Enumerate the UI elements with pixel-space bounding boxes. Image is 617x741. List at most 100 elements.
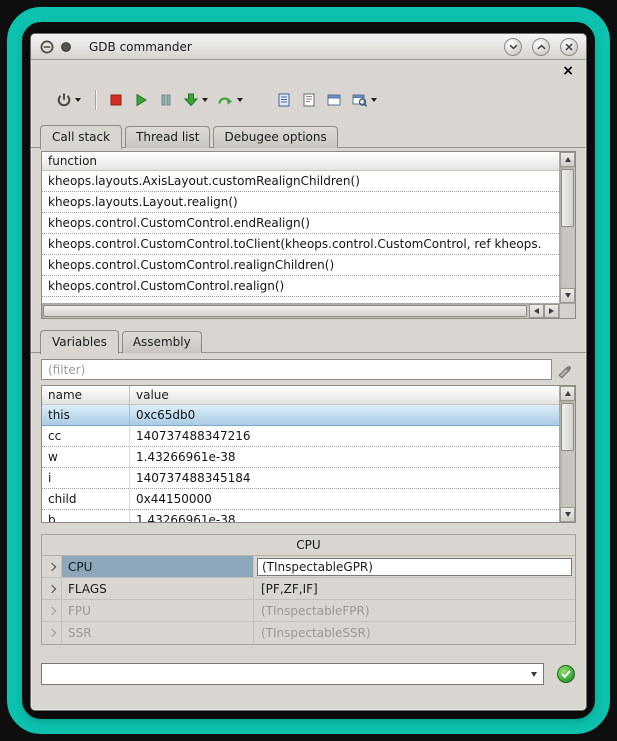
view-listing-icon xyxy=(301,92,317,108)
call-stack-row-1[interactable]: kheops.layouts.Layout.realign() xyxy=(42,192,559,213)
step-into-button[interactable] xyxy=(180,90,211,110)
variables-header: name value xyxy=(42,386,559,405)
step-over-button[interactable] xyxy=(214,90,246,110)
cpu-panel-title: CPU xyxy=(42,535,575,555)
app-icon[interactable] xyxy=(39,39,55,55)
clear-filter-icon xyxy=(556,362,572,378)
step-over-icon xyxy=(217,92,234,108)
filter-input[interactable] xyxy=(41,359,552,380)
scroll-thumb[interactable] xyxy=(561,403,574,451)
expand-chevron-icon[interactable] xyxy=(42,600,62,621)
scroll-right-button[interactable] xyxy=(544,304,559,318)
call-stack-row-4[interactable]: kheops.control.CustomControl.realignChil… xyxy=(42,255,559,276)
execute-command-button[interactable] xyxy=(555,664,576,685)
variables-body: name value this 0xc65db0 cc 140737488347… xyxy=(42,386,559,522)
check-icon xyxy=(557,665,575,683)
variable-row-i[interactable]: i 140737488345184 xyxy=(42,468,559,489)
chevron-down-icon xyxy=(531,672,537,677)
stop-icon xyxy=(108,92,124,108)
run-button[interactable] xyxy=(130,90,152,110)
close-button[interactable] xyxy=(560,38,578,56)
view-memory-icon xyxy=(326,92,342,108)
scroll-down-button[interactable] xyxy=(560,507,575,522)
expand-chevron-icon[interactable] xyxy=(42,556,62,577)
view-log-button[interactable] xyxy=(273,90,295,110)
stack-tabbar: Call stack Thread list Debugee options xyxy=(31,124,586,148)
variable-row-child[interactable]: child 0x44150000 xyxy=(42,489,559,510)
cpu-grid: CPU (TInspectableGPR) FLAGS [PF,ZF,IF] F… xyxy=(42,555,575,644)
inspect-icon xyxy=(351,92,368,108)
call-stack-hscrollbar[interactable] xyxy=(42,303,559,318)
tab-assembly[interactable]: Assembly xyxy=(122,331,202,353)
step-over-dropdown-icon[interactable] xyxy=(237,98,243,102)
pause-button[interactable] xyxy=(155,90,177,110)
expand-chevron-icon[interactable] xyxy=(42,578,62,599)
tab-debugee-options[interactable]: Debugee options xyxy=(213,126,337,148)
scroll-thumb[interactable] xyxy=(43,305,527,317)
scroll-track[interactable] xyxy=(560,167,575,288)
call-stack-row-2[interactable]: kheops.control.CustomControl.endRealign(… xyxy=(42,213,559,234)
cpu-row-cpu[interactable]: CPU (TInspectableGPR) xyxy=(42,556,575,578)
filter-row xyxy=(41,359,576,380)
scroll-thumb[interactable] xyxy=(561,169,574,227)
view-log-icon xyxy=(276,92,292,108)
combo-dropdown-button[interactable] xyxy=(525,664,543,684)
tab-thread-list[interactable]: Thread list xyxy=(125,126,210,148)
clear-filter-button[interactable] xyxy=(552,362,576,378)
window-menu-icon[interactable] xyxy=(60,41,72,53)
maximize-button[interactable] xyxy=(532,38,550,56)
stop-button[interactable] xyxy=(105,90,127,110)
scroll-track[interactable] xyxy=(42,304,529,318)
expand-chevron-icon[interactable] xyxy=(42,622,62,644)
power-icon xyxy=(56,92,72,108)
command-input[interactable] xyxy=(42,664,525,684)
column-header-function[interactable]: function xyxy=(42,152,97,170)
variable-row-w[interactable]: w 1.43266961e-38 xyxy=(42,447,559,468)
dock-close-button[interactable]: × xyxy=(562,65,574,77)
cpu-row-ssr[interactable]: SSR (TInspectableSSR) xyxy=(42,622,575,644)
minimize-button[interactable] xyxy=(504,38,522,56)
column-header-value[interactable]: value xyxy=(130,386,169,404)
call-stack-row-3[interactable]: kheops.control.CustomControl.toClient(kh… xyxy=(42,234,559,255)
tab-variables[interactable]: Variables xyxy=(40,330,119,354)
power-dropdown-icon[interactable] xyxy=(75,98,81,102)
scroll-left-button[interactable] xyxy=(529,304,544,318)
view-memory-button[interactable] xyxy=(323,90,345,110)
triangle-down-icon xyxy=(565,512,571,517)
call-stack-row-5[interactable]: kheops.control.CustomControl.realign() xyxy=(42,276,559,297)
scroll-up-button[interactable] xyxy=(560,386,575,401)
close-icon xyxy=(565,43,573,51)
scroll-up-button[interactable] xyxy=(560,152,575,167)
triangle-down-icon xyxy=(565,293,571,298)
triangle-up-icon xyxy=(565,391,571,396)
power-button[interactable] xyxy=(53,90,84,110)
step-into-dropdown-icon[interactable] xyxy=(202,98,208,102)
variable-row-cc[interactable]: cc 140737488347216 xyxy=(42,426,559,447)
cpu-value-editor[interactable]: (TInspectableGPR) xyxy=(257,558,572,576)
column-header-name[interactable]: name xyxy=(42,386,130,404)
cpu-row-value: [PF,ZF,IF] xyxy=(257,582,318,596)
gdb-commander-window: GDB commander × xyxy=(30,33,587,711)
chevron-up-icon xyxy=(537,44,546,50)
titlebar[interactable]: GDB commander xyxy=(31,34,586,60)
cpu-row-flags[interactable]: FLAGS [PF,ZF,IF] xyxy=(42,578,575,600)
run-icon xyxy=(133,92,149,108)
triangle-left-icon xyxy=(534,308,539,314)
tab-call-stack[interactable]: Call stack xyxy=(40,125,122,149)
scroll-down-button[interactable] xyxy=(560,288,575,303)
inspect-button[interactable] xyxy=(348,90,380,110)
call-stack-row-0[interactable]: kheops.layouts.AxisLayout.customRealignC… xyxy=(42,171,559,192)
view-listing-button[interactable] xyxy=(298,90,320,110)
variables-vscrollbar[interactable] xyxy=(559,386,575,522)
scroll-track[interactable] xyxy=(560,401,575,507)
variable-row-this[interactable]: this 0xc65db0 xyxy=(42,405,559,426)
command-combobox[interactable] xyxy=(41,663,544,685)
variable-row-b[interactable]: b 1.43266961e-38 xyxy=(42,510,559,522)
call-stack-vscrollbar[interactable] xyxy=(559,152,575,303)
call-stack-header[interactable]: function xyxy=(42,152,559,171)
call-stack-table: function kheops.layouts.AxisLayout.custo… xyxy=(41,151,576,319)
inspect-dropdown-icon[interactable] xyxy=(371,98,377,102)
cpu-row-value: (TInspectableFPR) xyxy=(257,604,370,618)
variables-tabbar: Variables Assembly xyxy=(31,329,586,353)
cpu-row-fpu[interactable]: FPU (TInspectableFPR) xyxy=(42,600,575,622)
